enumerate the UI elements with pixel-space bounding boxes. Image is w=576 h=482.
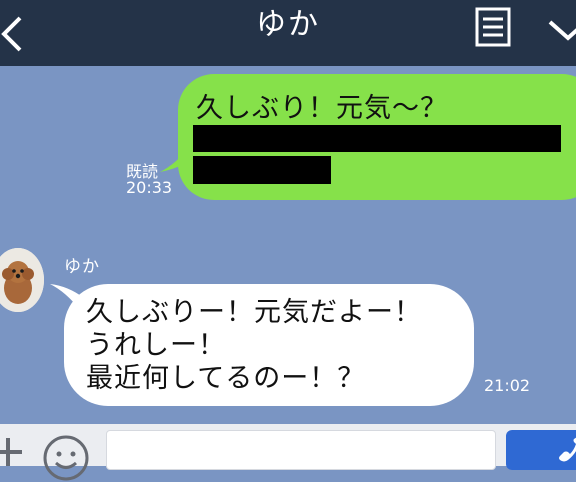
emoji-icon[interactable] (42, 434, 90, 482)
chat-header: ゆか (0, 0, 576, 66)
message-timestamp: 20:33 (126, 178, 173, 197)
plus-icon[interactable] (0, 434, 26, 470)
redacted-text-block (193, 156, 331, 184)
bubble-tail (160, 146, 190, 172)
message-line: 久しぶりー！元気だよー！ (86, 297, 422, 328)
redacted-text-block (193, 125, 561, 152)
incoming-message-text: 久しぶりー！元気だよー！ うれしー！ 最近何してるのー！？ (86, 296, 422, 395)
outgoing-message-text: 久しぶり！元気〜？ (196, 93, 448, 124)
menu-icon[interactable] (475, 7, 511, 47)
chevron-down-icon[interactable] (548, 16, 576, 44)
message-input[interactable] (106, 430, 496, 470)
phone-icon[interactable] (556, 436, 576, 464)
avatar[interactable] (0, 248, 44, 312)
message-line: うれしー！ (86, 330, 226, 361)
message-timestamp: 21:02 (484, 376, 531, 395)
message-line: 最近何してるのー！？ (86, 363, 366, 394)
sender-name: ゆか (64, 257, 100, 277)
dog-avatar-icon (0, 248, 44, 312)
